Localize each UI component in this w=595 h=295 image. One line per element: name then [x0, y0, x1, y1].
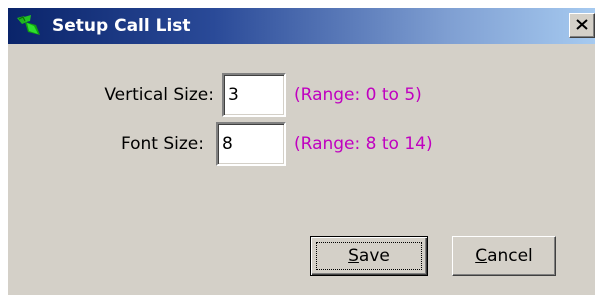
- save-mnemonic: S: [348, 246, 359, 266]
- window-title: Setup Call List: [52, 16, 191, 36]
- save-button-label: Save: [348, 246, 390, 266]
- vertical-size-range-hint: (Range: 0 to 5): [294, 85, 422, 105]
- font-size-label: Font Size:: [120, 134, 204, 154]
- title-bar[interactable]: Setup Call List: [8, 8, 595, 44]
- vertical-size-label: Vertical Size:: [104, 85, 214, 105]
- cancel-mnemonic: C: [475, 246, 488, 266]
- setup-call-list-dialog: Setup Call List Vertical Size: (Range: 0…: [8, 8, 595, 295]
- cancel-label-rest: ancel: [487, 246, 533, 266]
- font-size-range-hint: (Range: 8 to 14): [294, 134, 433, 154]
- cancel-button[interactable]: Cancel: [452, 236, 556, 276]
- vertical-size-input[interactable]: [222, 73, 286, 117]
- palm-tree-icon: [14, 13, 42, 39]
- close-button[interactable]: [569, 13, 595, 38]
- cancel-button-label: Cancel: [475, 246, 533, 266]
- save-button[interactable]: Save: [310, 236, 428, 276]
- font-size-input[interactable]: [216, 122, 286, 166]
- save-label-rest: ave: [358, 246, 390, 266]
